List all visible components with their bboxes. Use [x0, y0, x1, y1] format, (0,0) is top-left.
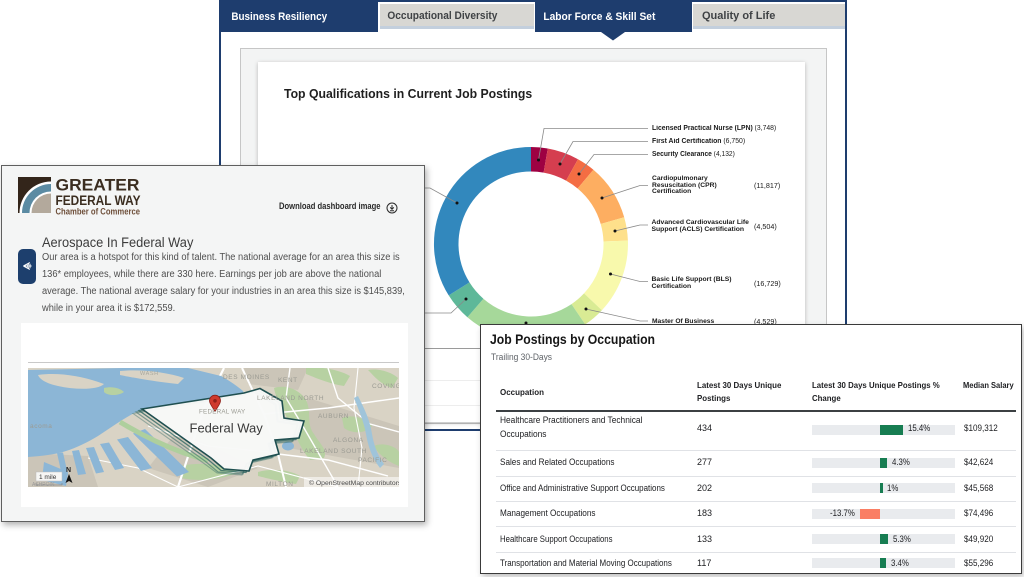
svg-text:FEDERAL WAY: FEDERAL WAY — [199, 409, 246, 416]
svg-text:MILTON: MILTON — [266, 481, 294, 487]
svg-text:PACIFIC: PACIFIC — [358, 457, 387, 464]
svg-text:COVING: COVING — [372, 383, 399, 390]
svg-text:LAKELAND NORTH: LAKELAND NORTH — [257, 395, 324, 402]
svg-text:AUBURN: AUBURN — [318, 413, 349, 420]
svg-text:ASHPOIN: ASHPOIN — [32, 482, 55, 487]
svg-text:1 mile: 1 mile — [39, 474, 57, 481]
svg-text:KENT: KENT — [278, 377, 298, 384]
svg-text:Federal Way: Federal Way — [190, 421, 264, 436]
svg-text:WASH: WASH — [140, 371, 159, 377]
svg-text:N: N — [66, 467, 71, 474]
svg-text:Chamber of Commerce: Chamber of Commerce — [56, 207, 141, 217]
svg-text:© OpenStreetMap contributors: © OpenStreetMap contributors — [309, 479, 399, 487]
svg-text:acoma: acoma — [30, 423, 53, 430]
svg-text:ALGONA: ALGONA — [333, 437, 364, 444]
svg-text:LAKELAND SOUTH: LAKELAND SOUTH — [300, 448, 367, 455]
svg-text:DES MOINES: DES MOINES — [223, 374, 270, 381]
